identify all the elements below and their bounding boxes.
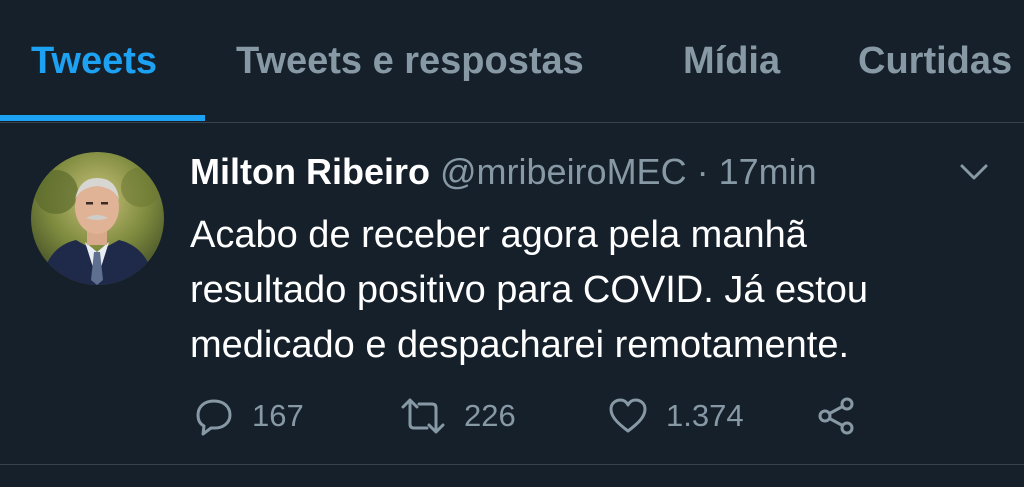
share-button[interactable] [816, 392, 856, 440]
avatar[interactable] [31, 152, 164, 285]
tab-tweets-e-respostas[interactable]: Tweets e respostas [236, 40, 584, 83]
active-tab-indicator [0, 115, 205, 121]
tab-tweets[interactable]: Tweets [31, 40, 157, 83]
tweet-timestamp[interactable]: 17min [719, 151, 817, 192]
retweet-count: 226 [464, 398, 516, 433]
chevron-down-icon [960, 164, 988, 180]
reply-button[interactable]: 167 [194, 392, 304, 440]
tweet-text-line: Acabo de receber agora pela manhã [190, 214, 807, 256]
tweet-text-line: medicado e despacharei remotamente. [190, 324, 850, 366]
reply-icon [196, 399, 232, 436]
tweet-header: Milton Ribeiro @mribeiroMEC · 17min [190, 152, 817, 196]
like-count: 1.374 [666, 398, 744, 433]
author-handle[interactable]: @mribeiroMEC [440, 151, 687, 192]
profile-tabs: Tweets Tweets e respostas Mídia Curtidas [0, 0, 1024, 123]
avatar-photo [31, 152, 164, 285]
heart-icon [609, 398, 647, 433]
author-name[interactable]: Milton Ribeiro [190, 151, 430, 192]
tweet-text: Acabo de receber agora pela manhã result… [190, 208, 990, 373]
like-button[interactable]: 1.374 [608, 392, 744, 440]
tweet-menu-button[interactable] [958, 158, 990, 186]
retweet-icon [401, 398, 445, 434]
tweet-divider [0, 464, 1024, 465]
tweet-text-line: resultado positivo para COVID. Já estou [190, 269, 869, 311]
share-icon [818, 397, 854, 435]
reply-count: 167 [252, 398, 304, 433]
tab-curtidas[interactable]: Curtidas [858, 40, 1012, 83]
separator-dot: · [696, 151, 709, 192]
retweet-button[interactable]: 226 [400, 392, 516, 440]
tab-midia[interactable]: Mídia [683, 40, 780, 83]
